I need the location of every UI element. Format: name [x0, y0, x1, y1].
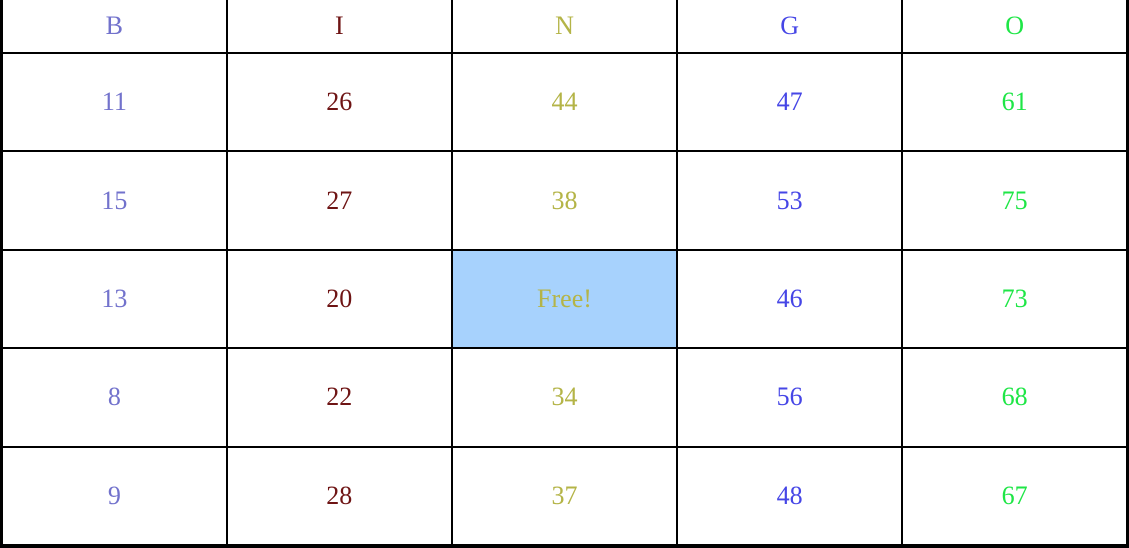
column-header-g: G — [676, 0, 904, 54]
column-header-i: I — [225, 0, 453, 54]
bingo-cell[interactable]: 15 — [0, 150, 228, 251]
card-row-5: 9 28 37 48 67 — [0, 445, 1129, 548]
bingo-cell[interactable]: 56 — [676, 347, 904, 448]
bingo-cell[interactable]: 53 — [676, 150, 904, 251]
bingo-cell[interactable]: 37 — [450, 445, 679, 548]
column-header-b: B — [0, 0, 228, 54]
bingo-cell[interactable]: 34 — [450, 347, 679, 448]
bingo-cell[interactable]: 75 — [901, 150, 1129, 251]
bingo-cell[interactable]: 38 — [450, 150, 679, 251]
bingo-cell[interactable]: 13 — [0, 248, 228, 350]
bingo-cell[interactable]: 46 — [676, 248, 904, 350]
bingo-cell[interactable]: 44 — [450, 51, 679, 153]
bingo-cell[interactable]: 68 — [901, 347, 1129, 448]
bingo-cell[interactable]: 28 — [225, 445, 453, 548]
bingo-cell[interactable]: 11 — [0, 51, 228, 153]
card-row-4: 8 22 34 56 68 — [0, 347, 1129, 448]
bingo-cell[interactable]: 73 — [901, 248, 1129, 350]
free-space-cell[interactable]: Free! — [450, 248, 679, 350]
bingo-cell[interactable]: 27 — [225, 150, 453, 251]
bingo-cell[interactable]: 48 — [676, 445, 904, 548]
header-row: B I N G O — [0, 0, 1129, 54]
column-header-o: O — [901, 0, 1129, 54]
card-row-1: 11 26 44 47 61 — [0, 51, 1129, 153]
bingo-cell[interactable]: 9 — [0, 445, 228, 548]
bingo-cell[interactable]: 67 — [901, 445, 1129, 548]
card-row-2: 15 27 38 53 75 — [0, 150, 1129, 251]
bingo-cell[interactable]: 26 — [225, 51, 453, 153]
bingo-cell[interactable]: 22 — [225, 347, 453, 448]
bingo-cell[interactable]: 8 — [0, 347, 228, 448]
column-header-n: N — [450, 0, 679, 54]
bingo-card: B I N G O 11 26 44 47 61 15 27 38 53 75 … — [0, 0, 1129, 548]
card-row-3: 13 20 Free! 46 73 — [0, 248, 1129, 350]
bingo-cell[interactable]: 47 — [676, 51, 904, 153]
bingo-cell[interactable]: 61 — [901, 51, 1129, 153]
bingo-cell[interactable]: 20 — [225, 248, 453, 350]
